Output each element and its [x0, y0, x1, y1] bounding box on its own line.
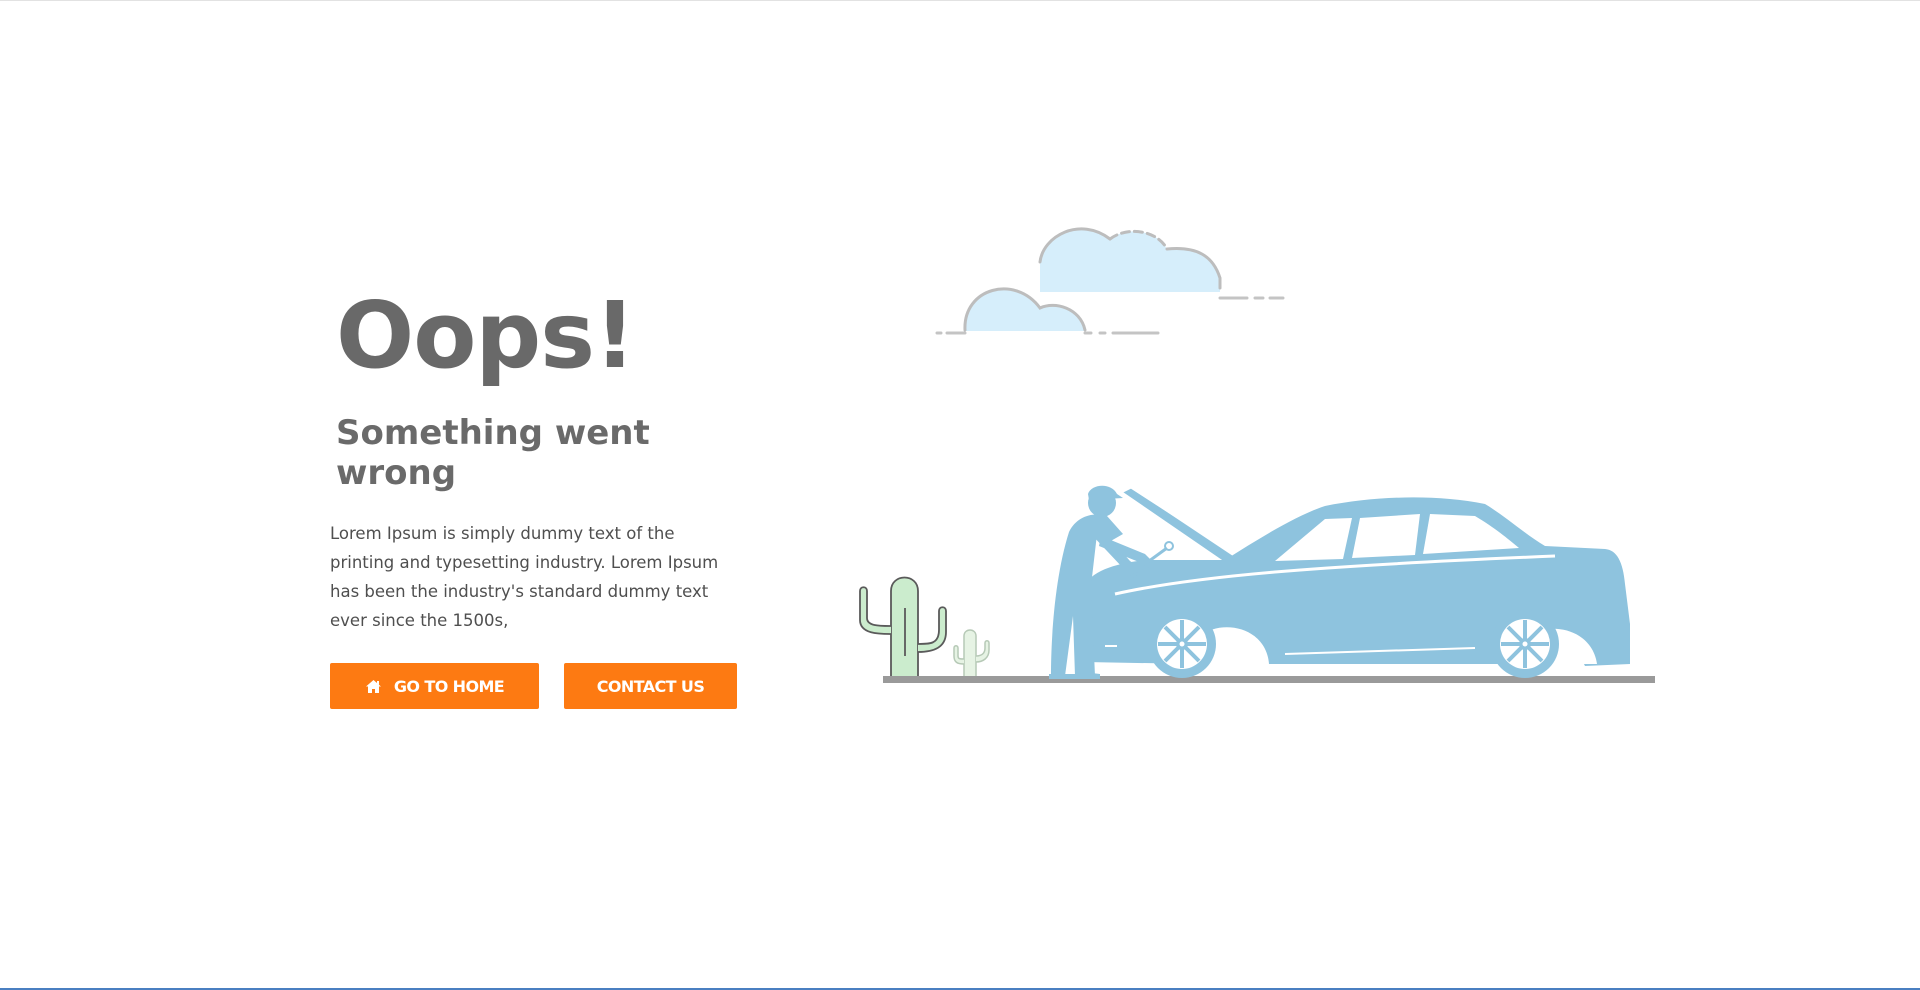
front-wheel: [1148, 610, 1216, 678]
cactus-small: [953, 629, 990, 678]
go-to-home-label: GO TO HOME: [393, 676, 505, 696]
error-page: Oops! Something went wrong Lorem Ipsum i…: [0, 0, 1920, 990]
go-to-home-button[interactable]: GO TO HOME: [330, 663, 539, 709]
home-icon: [365, 679, 382, 694]
clouds: [935, 227, 1285, 335]
page-title: Oops!: [336, 282, 636, 389]
ground-line: [883, 676, 1655, 683]
error-subtitle: Something went wrong: [336, 413, 650, 493]
error-content: Oops! Something went wrong Lorem Ipsum i…: [330, 281, 750, 709]
cactus-large: [859, 576, 947, 678]
rear-wheel: [1491, 610, 1559, 678]
mechanic-car-svg: [859, 227, 1655, 683]
broken-car-illustration: [855, 216, 1655, 696]
contact-us-button[interactable]: CONTACT US: [564, 663, 737, 709]
action-buttons: GO TO HOME CONTACT US: [330, 663, 737, 709]
error-description: Lorem Ipsum is simply dummy text of the …: [330, 524, 719, 630]
